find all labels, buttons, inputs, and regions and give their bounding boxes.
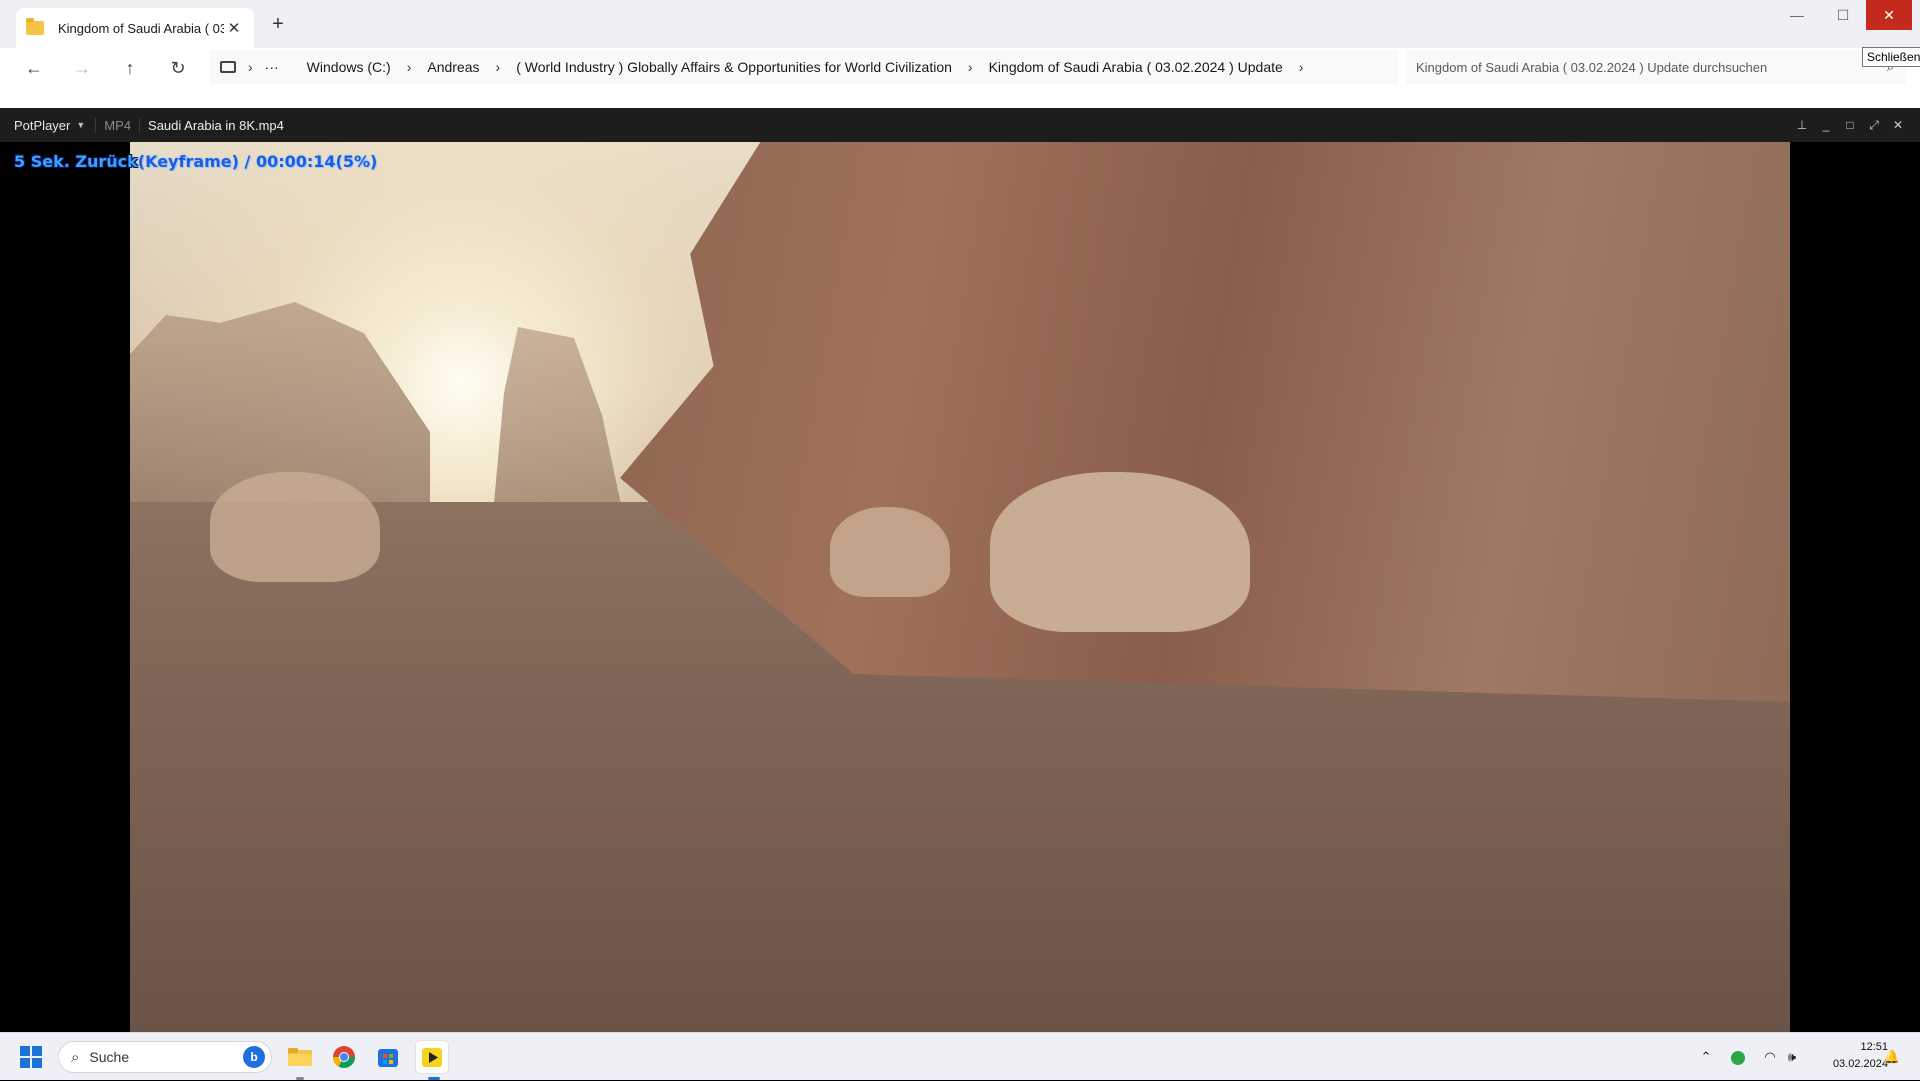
chrome-icon[interactable] bbox=[328, 1041, 360, 1073]
forward-icon[interactable]: → bbox=[58, 58, 106, 79]
maximize-player-button[interactable]: □ bbox=[1838, 108, 1862, 142]
potplayer-window: PotPlayer ▼ MP4 Saudi Arabia in 8K.mp4 ⊥… bbox=[0, 108, 1920, 1032]
navigation-bar: ← → ↑ ↻ › ··· Windows (C:) › Andreas › (… bbox=[0, 48, 1920, 88]
file-explorer-window: Kingdom of Saudi Arabia ( 03.02.2024 ) U… bbox=[0, 0, 1920, 110]
minimize-button[interactable]: — bbox=[1774, 0, 1820, 30]
player-brand: PotPlayer bbox=[14, 117, 71, 133]
volume-icon[interactable]: 🕪 bbox=[1782, 1033, 1802, 1081]
search-placeholder: Kingdom of Saudi Arabia ( 03.02.2024 ) U… bbox=[1416, 59, 1768, 75]
video-frame[interactable] bbox=[130, 142, 1790, 1032]
explorer-tab[interactable]: Kingdom of Saudi Arabia ( 03.02.2024 ) U… bbox=[16, 8, 254, 48]
back-icon[interactable]: ← bbox=[10, 58, 58, 79]
new-tab-button[interactable]: + bbox=[268, 13, 288, 36]
up-icon[interactable]: ↑ bbox=[106, 58, 154, 79]
search-input[interactable]: Kingdom of Saudi Arabia ( 03.02.2024 ) U… bbox=[1406, 50, 1906, 84]
breadcrumb-world-industry[interactable]: ( World Industry ) Globally Affairs & Op… bbox=[516, 59, 952, 75]
file-name: Saudi Arabia in 8K.mp4 bbox=[139, 117, 292, 133]
security-icon[interactable] bbox=[1728, 1033, 1748, 1081]
close-player-button[interactable]: ✕ bbox=[1886, 108, 1910, 142]
bing-icon[interactable]: b bbox=[243, 1046, 265, 1068]
osd-seek-text: 5 Sek. Zurück bbox=[14, 152, 138, 171]
tab-title: Kingdom of Saudi Arabia ( 03.02.2024 ) U… bbox=[58, 20, 224, 36]
osd-position-text: (Keyframe) / 00:00:14(5%) bbox=[137, 152, 378, 171]
osd-message: 5 Sek. Zurück(Keyframe) / 00:00:14(5%) bbox=[14, 152, 377, 171]
chevron-right-icon[interactable]: › bbox=[496, 59, 501, 75]
refresh-icon[interactable]: ↻ bbox=[154, 58, 202, 79]
search-icon: ⌕ bbox=[71, 1048, 80, 1066]
potplayer-menu-button[interactable]: PotPlayer ▼ bbox=[0, 118, 95, 133]
camel bbox=[830, 507, 950, 597]
command-bar bbox=[0, 88, 1920, 110]
chevron-up-icon[interactable]: ⌃ bbox=[1696, 1033, 1716, 1081]
close-tooltip: Schließen bbox=[1862, 47, 1920, 67]
notification-bell-icon[interactable]: 🔔 bbox=[1882, 1033, 1902, 1081]
tab-close-icon[interactable]: ✕ bbox=[224, 19, 244, 37]
player-title-bar: PotPlayer ▼ MP4 Saudi Arabia in 8K.mp4 ⊥… bbox=[0, 108, 1920, 142]
wifi-icon[interactable]: ◠ bbox=[1760, 1033, 1780, 1081]
file-explorer-icon[interactable] bbox=[284, 1041, 316, 1073]
fullscreen-icon[interactable]: ⤢ bbox=[1862, 108, 1886, 142]
breadcrumb-saudi-arabia[interactable]: Kingdom of Saudi Arabia ( 03.02.2024 ) U… bbox=[989, 59, 1283, 75]
minimize-player-button[interactable]: _ bbox=[1814, 108, 1838, 142]
tab-bar: Kingdom of Saudi Arabia ( 03.02.2024 ) U… bbox=[0, 0, 1920, 48]
chevron-right-icon[interactable]: › bbox=[1299, 59, 1304, 75]
camel bbox=[210, 472, 380, 582]
chevron-down-icon: ▼ bbox=[76, 120, 86, 130]
pin-icon[interactable]: ⊥ bbox=[1790, 108, 1814, 142]
potplayer-icon[interactable] bbox=[416, 1041, 448, 1073]
breadcrumb-andreas[interactable]: Andreas bbox=[427, 59, 479, 75]
folder-icon bbox=[26, 18, 44, 35]
camel bbox=[990, 472, 1250, 632]
taskbar-search[interactable]: ⌕ Suche b bbox=[58, 1041, 272, 1073]
close-button[interactable]: ✕ bbox=[1866, 0, 1912, 30]
maximize-button[interactable]: ☐ bbox=[1820, 0, 1866, 30]
chevron-right-icon[interactable]: › bbox=[968, 59, 973, 75]
more-icon[interactable]: ··· bbox=[265, 59, 279, 75]
chevron-right-icon[interactable]: › bbox=[248, 59, 253, 75]
clock-date: 03.02.2024 bbox=[1832, 1058, 1888, 1070]
chevron-right-icon[interactable]: › bbox=[407, 59, 412, 75]
breadcrumb-windows-c[interactable]: Windows (C:) bbox=[307, 59, 391, 75]
taskbar-search-label: Suche bbox=[89, 1049, 130, 1065]
file-format: MP4 bbox=[95, 117, 139, 133]
taskbar-clock[interactable]: 12:51 03.02.2024 bbox=[1808, 1039, 1888, 1073]
computer-icon[interactable] bbox=[220, 61, 236, 73]
address-bar[interactable]: › ··· Windows (C:) › Andreas › ( World I… bbox=[210, 50, 1398, 84]
taskbar: ⌕ Suche b ⌃ ◠ 🕪 12:51 03.02.2024 🔔 bbox=[0, 1032, 1920, 1080]
clock-time: 12:51 bbox=[1860, 1041, 1888, 1053]
windows-start-icon[interactable] bbox=[20, 1046, 42, 1068]
store-icon[interactable] bbox=[372, 1041, 404, 1073]
